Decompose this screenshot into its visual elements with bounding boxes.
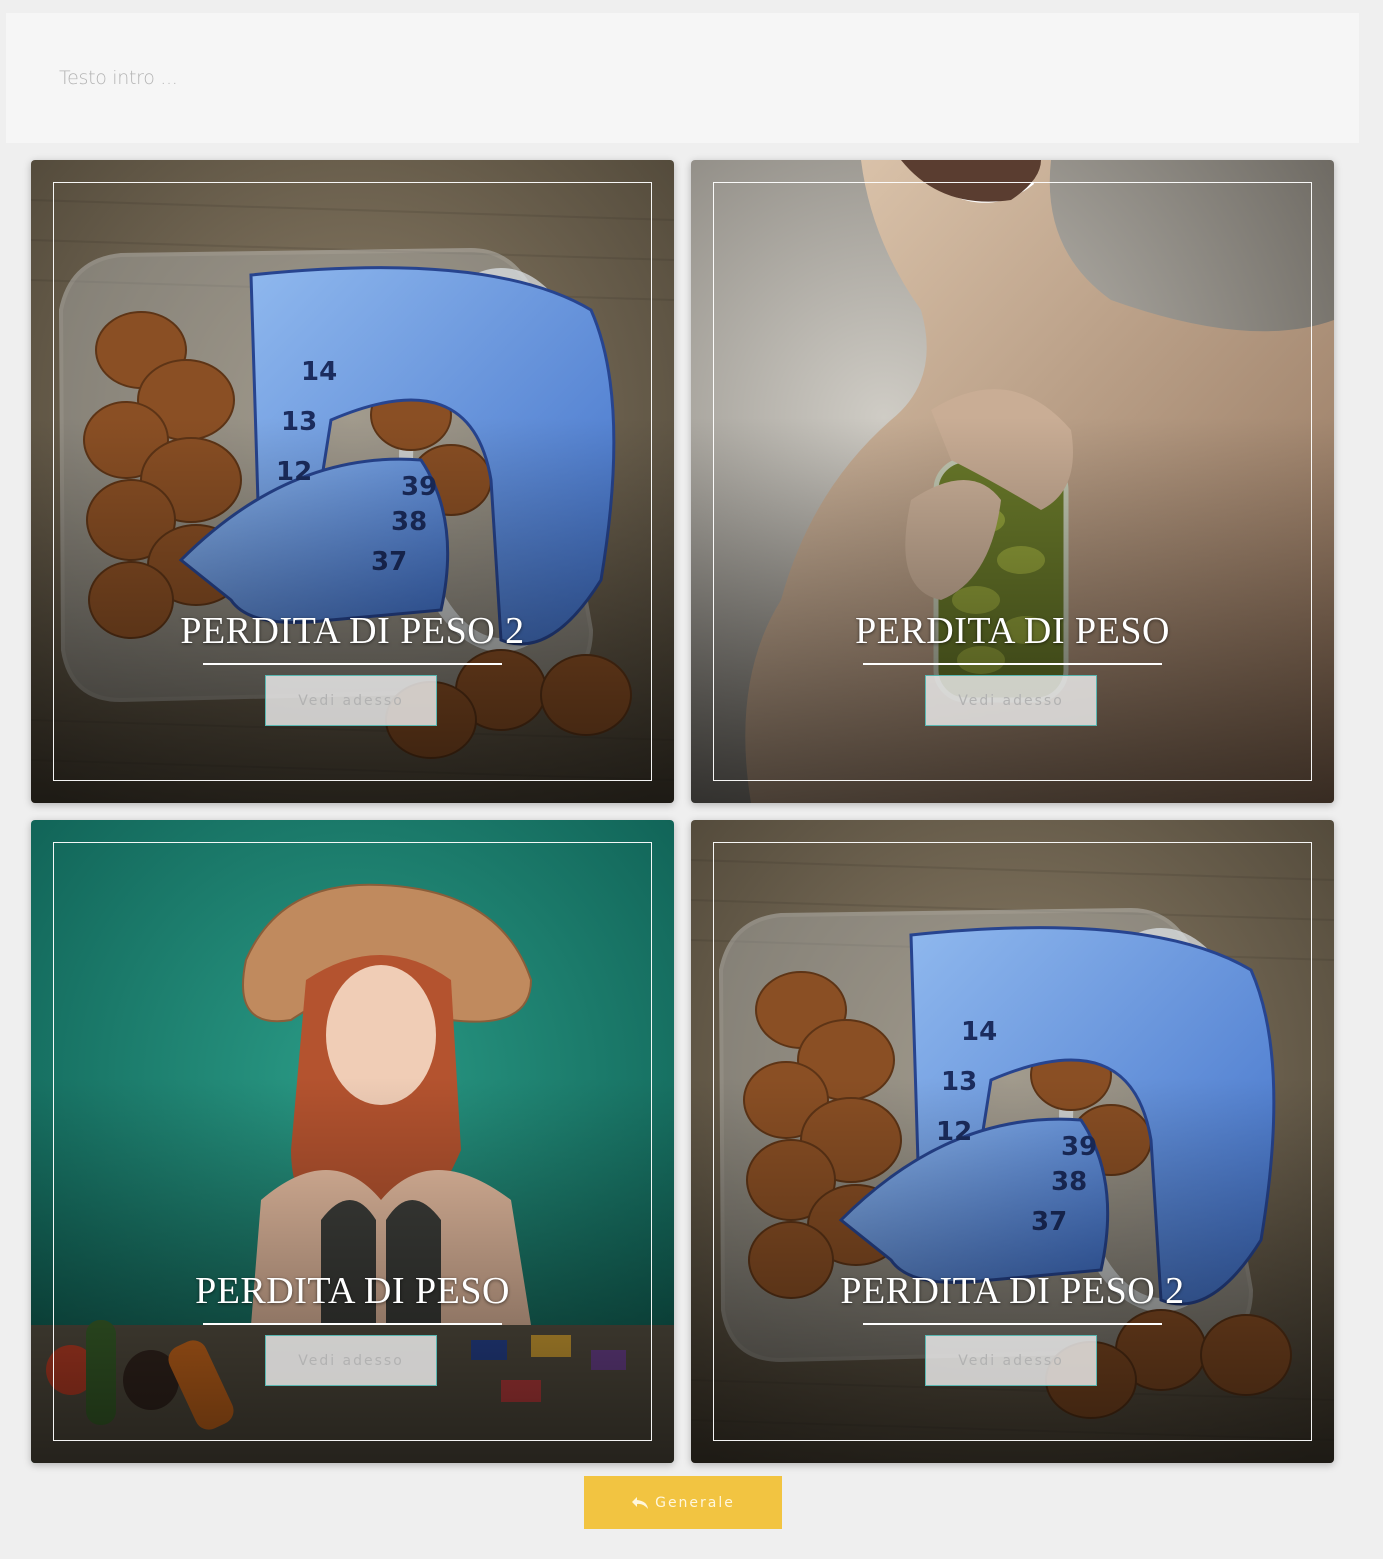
general-button-label: Generale	[655, 1494, 735, 1511]
view-now-button[interactable]: Vedi adesso	[925, 1335, 1097, 1386]
intro-box: Testo intro ...	[6, 13, 1359, 143]
card-title: PERDITA DI PESO	[855, 610, 1170, 652]
reply-all-icon	[631, 1496, 649, 1510]
category-card-3[interactable]: PERDITA DI PESO Vedi adesso	[31, 820, 674, 1463]
category-card-4[interactable]: 373839 121314 PERDITA DI PESO 2 Vedi ade…	[691, 820, 1334, 1463]
title-underline	[203, 1323, 502, 1325]
general-button[interactable]: Generale	[584, 1476, 782, 1529]
category-card-1[interactable]: 373839 121314 PERDITA DI PESO 2 Vedi ade…	[31, 160, 674, 803]
title-underline	[863, 1323, 1162, 1325]
title-underline	[203, 663, 502, 665]
category-card-2[interactable]: PERDITA DI PESO Vedi adesso	[691, 160, 1334, 803]
card-title: PERDITA DI PESO 2	[180, 610, 525, 652]
view-now-button[interactable]: Vedi adesso	[925, 675, 1097, 726]
card-title: PERDITA DI PESO 2	[840, 1270, 1185, 1312]
view-now-button[interactable]: Vedi adesso	[265, 1335, 437, 1386]
title-underline	[863, 663, 1162, 665]
view-now-button[interactable]: Vedi adesso	[265, 675, 437, 726]
intro-text: Testo intro ...	[59, 67, 178, 89]
card-title: PERDITA DI PESO	[195, 1270, 510, 1312]
